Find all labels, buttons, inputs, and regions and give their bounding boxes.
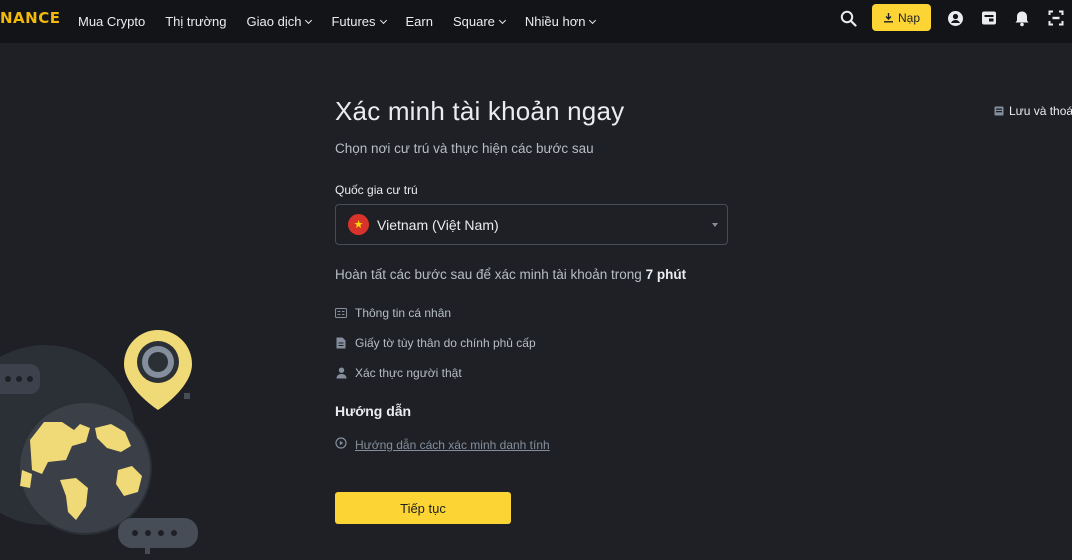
chevron-down-icon — [498, 16, 506, 24]
step-liveness-check: Xác thực người thật — [335, 366, 735, 380]
wallet-icon[interactable] — [980, 9, 998, 27]
globe-illustration — [0, 330, 198, 554]
document-icon — [335, 337, 347, 349]
download-icon — [883, 13, 893, 23]
bell-icon[interactable] — [1013, 9, 1031, 27]
scan-icon[interactable] — [1047, 9, 1065, 27]
search-icon[interactable] — [839, 9, 857, 27]
nav-futures[interactable]: Futures — [331, 14, 387, 29]
save-icon — [994, 106, 1004, 116]
play-circle-icon — [335, 437, 347, 452]
steps-time: 7 phút — [645, 267, 687, 282]
id-card-icon — [335, 307, 347, 319]
vietnam-flag-icon: ★ — [348, 214, 369, 235]
logo[interactable]: NANCE — [0, 9, 60, 27]
verification-form: Xác minh tài khoản ngay Chọn nơi cư trú … — [335, 96, 735, 452]
nav-more[interactable]: Nhiều hơn — [525, 14, 597, 29]
nav-markets[interactable]: Thị trường — [165, 14, 226, 29]
deposit-button[interactable]: Nạp — [872, 4, 931, 31]
chevron-down-icon — [589, 16, 597, 24]
continue-button[interactable]: Tiếp tục — [335, 492, 511, 524]
save-and-exit-link[interactable]: Lưu và thoá — [994, 104, 1072, 118]
chevron-down-icon — [305, 16, 313, 24]
nav-buy-crypto[interactable]: Mua Crypto — [78, 14, 145, 29]
step-personal-info: Thông tin cá nhân — [335, 306, 735, 320]
dropdown-arrow-icon — [712, 223, 718, 227]
user-icon[interactable] — [946, 9, 964, 27]
country-value: Vietnam (Việt Nam) — [377, 216, 499, 233]
chevron-down-icon — [379, 16, 387, 24]
page-title: Xác minh tài khoản ngay — [335, 96, 625, 126]
nav-earn[interactable]: Earn — [406, 14, 433, 29]
nav-square[interactable]: Square — [453, 14, 506, 29]
guide-link[interactable]: Hướng dẫn cách xác minh danh tính — [335, 437, 735, 452]
step-government-id: Giấy tờ tùy thân do chính phủ cấp — [335, 336, 735, 350]
person-icon — [335, 367, 347, 379]
steps-intro: Hoàn tất các bước sau để xác minh tài kh… — [335, 267, 687, 282]
page-subtitle: Chọn nơi cư trú và thực hiện các bước sa… — [335, 141, 594, 156]
top-navigation-bar: NANCE Mua Crypto Thị trường Giao dịch Fu… — [0, 0, 1072, 43]
country-label: Quốc gia cư trú — [335, 183, 418, 197]
main-nav: Mua Crypto Thị trường Giao dịch Futures … — [78, 0, 615, 43]
country-select[interactable]: ★ Vietnam (Việt Nam) — [335, 204, 728, 245]
guide-heading: Hướng dẫn — [335, 403, 412, 419]
nav-trade[interactable]: Giao dịch — [247, 14, 313, 29]
